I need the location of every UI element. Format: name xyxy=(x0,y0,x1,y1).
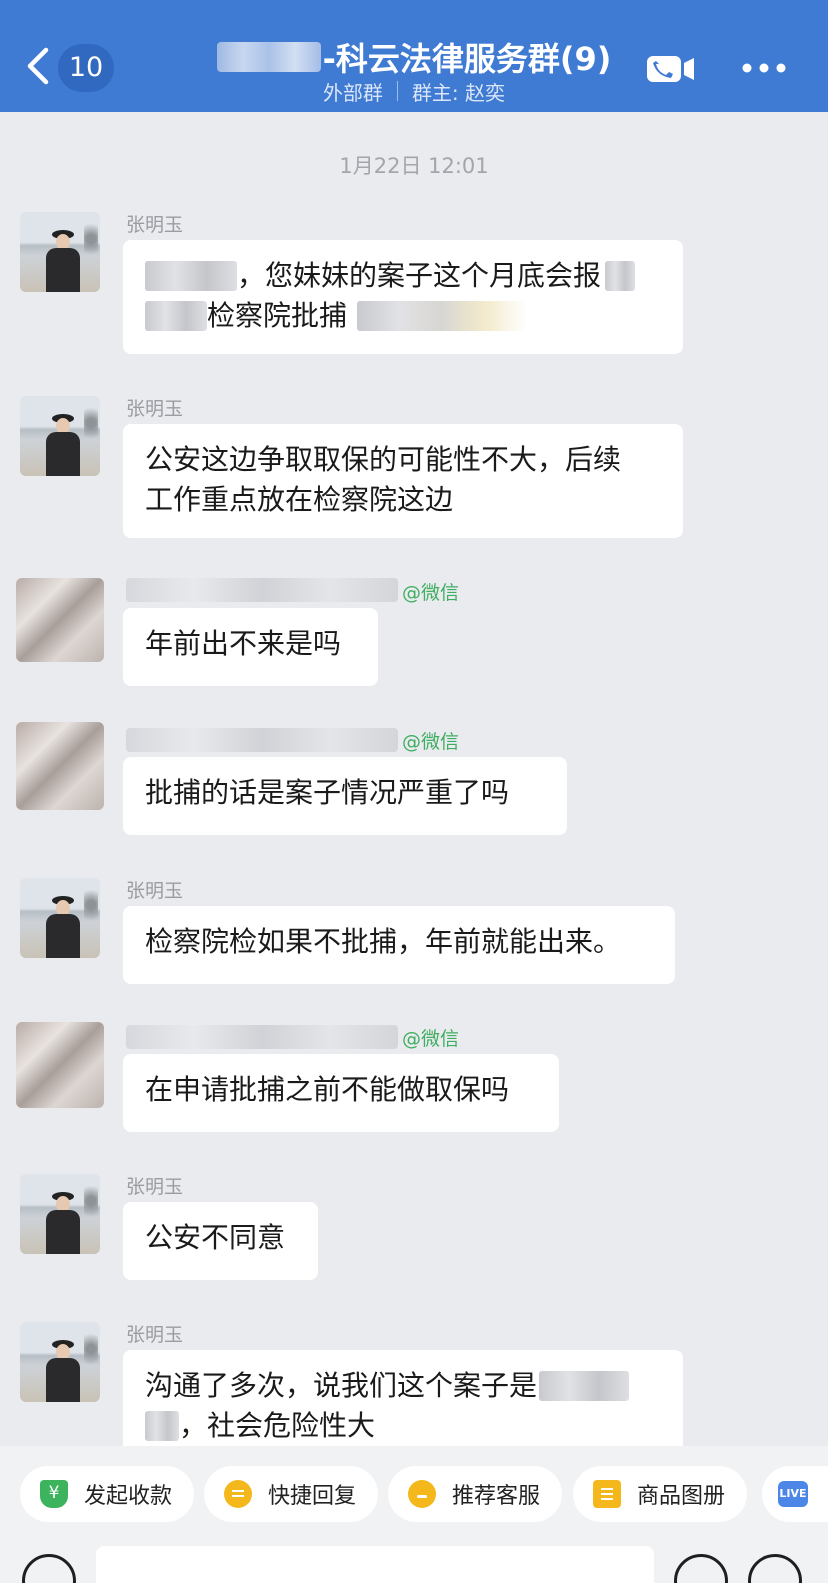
recommend-service-button[interactable]: 推荐客服 xyxy=(388,1466,563,1522)
subtitle-divider xyxy=(396,81,398,101)
message-bubble[interactable]: 在申请批捕之前不能做取保吗 xyxy=(123,1054,559,1132)
product-album-button[interactable]: 商品图册 xyxy=(573,1466,748,1522)
group-owner-label: 群主: 赵奕 xyxy=(411,80,506,105)
message-text: ，您妹妹的案子这个月底会报 xyxy=(237,259,602,292)
message-input[interactable] xyxy=(96,1546,654,1583)
message-text: 公安这边争取取保的可能性不大，后续 xyxy=(145,443,622,476)
service-icon xyxy=(408,1480,436,1508)
voice-input-icon[interactable] xyxy=(22,1554,76,1583)
avatar[interactable] xyxy=(16,1022,104,1108)
avatar[interactable] xyxy=(20,878,100,958)
avatar[interactable] xyxy=(20,1322,100,1402)
redacted-sender-name xyxy=(126,1025,398,1049)
message-bubble[interactable]: 年前出不来是吗 xyxy=(123,608,378,686)
video-call-icon[interactable] xyxy=(646,54,696,84)
avatar[interactable] xyxy=(20,396,100,476)
plus-icon[interactable] xyxy=(748,1554,802,1583)
redacted-sender-name xyxy=(126,578,398,602)
message-text: 工作重点放在检察院这边 xyxy=(145,483,454,516)
message-text: 公安不同意 xyxy=(145,1221,286,1254)
quick-reply-icon xyxy=(224,1480,252,1508)
message-text: 批捕的话是案子情况严重了吗 xyxy=(145,776,510,809)
live-icon: LIVE xyxy=(778,1481,808,1507)
avatar[interactable] xyxy=(20,1174,100,1254)
chat-subtitle[interactable]: 外部群 群主: 赵奕 xyxy=(0,76,828,106)
message-bubble[interactable]: 沟通了多次，说我们这个案子是 ，社会危险性大 xyxy=(123,1350,683,1446)
sender-name: 张明玉 xyxy=(126,880,184,902)
product-album-label: 商品图册 xyxy=(637,1484,726,1509)
sender-name: 张明玉 xyxy=(126,1176,184,1198)
redacted-text xyxy=(145,301,207,331)
redacted-group-name xyxy=(216,42,321,72)
live-button[interactable]: LIVE xyxy=(762,1466,828,1522)
input-bar xyxy=(0,1542,828,1583)
emoji-icon[interactable] xyxy=(674,1554,728,1583)
album-icon xyxy=(593,1480,621,1508)
wechat-tag: @微信 xyxy=(402,582,460,604)
wechat-tag: @微信 xyxy=(402,1028,460,1050)
quick-reply-label: 快捷回复 xyxy=(268,1484,357,1509)
payment-button[interactable]: 发起收款 xyxy=(20,1466,195,1522)
avatar[interactable] xyxy=(20,212,100,292)
redacted-text xyxy=(145,261,237,291)
more-icon[interactable] xyxy=(741,60,787,76)
redacted-text xyxy=(145,1411,179,1441)
redacted-text xyxy=(357,301,528,331)
message-text: 沟通了多次，说我们这个案子是 xyxy=(145,1369,538,1402)
group-type-label: 外部群 xyxy=(322,80,383,105)
message-text: 检察院批捕 xyxy=(207,299,348,332)
wechat-tag: @微信 xyxy=(402,731,460,753)
message-text: ，社会危险性大 xyxy=(179,1409,376,1442)
payment-icon xyxy=(40,1480,68,1508)
quick-reply-button[interactable]: 快捷回复 xyxy=(204,1466,379,1522)
sender-name: 张明玉 xyxy=(126,1324,184,1346)
message-bubble[interactable]: 检察院检如果不批捕，年前就能出来。 xyxy=(123,906,675,984)
sender-name: 张明玉 xyxy=(126,214,184,236)
message-bubble[interactable]: 批捕的话是案子情况严重了吗 xyxy=(123,757,567,835)
message-bubble[interactable]: 公安这边争取取保的可能性不大，后续 工作重点放在检察院这边 xyxy=(123,424,683,538)
avatar[interactable] xyxy=(16,578,104,662)
message-text: 检察院检如果不批捕，年前就能出来。 xyxy=(145,925,622,958)
message-text: 在申请批捕之前不能做取保吗 xyxy=(145,1073,510,1106)
chat-header: 10 -科云法律服务群(9) 外部群 群主: 赵奕 xyxy=(0,0,828,112)
payment-label: 发起收款 xyxy=(84,1484,173,1509)
redacted-sender-name xyxy=(126,728,398,752)
avatar[interactable] xyxy=(16,722,104,810)
message-text: 年前出不来是吗 xyxy=(145,627,342,660)
redacted-text xyxy=(605,261,636,291)
message-bubble[interactable]: 公安不同意 xyxy=(123,1202,318,1280)
message-bubble[interactable]: ，您妹妹的案子这个月底会报 检察院批捕 xyxy=(123,240,683,354)
recommend-service-label: 推荐客服 xyxy=(452,1484,541,1509)
chat-title: -科云法律服务群(9) xyxy=(322,40,612,78)
chat-title-row[interactable]: -科云法律服务群(9) xyxy=(0,32,828,82)
sender-name: 张明玉 xyxy=(126,398,184,420)
quick-action-bar: 发起收款 快捷回复 推荐客服 商品图册 LIVE xyxy=(0,1446,828,1542)
redacted-text xyxy=(539,1371,630,1401)
chat-timestamp: 1月22日 12:01 xyxy=(339,154,489,178)
